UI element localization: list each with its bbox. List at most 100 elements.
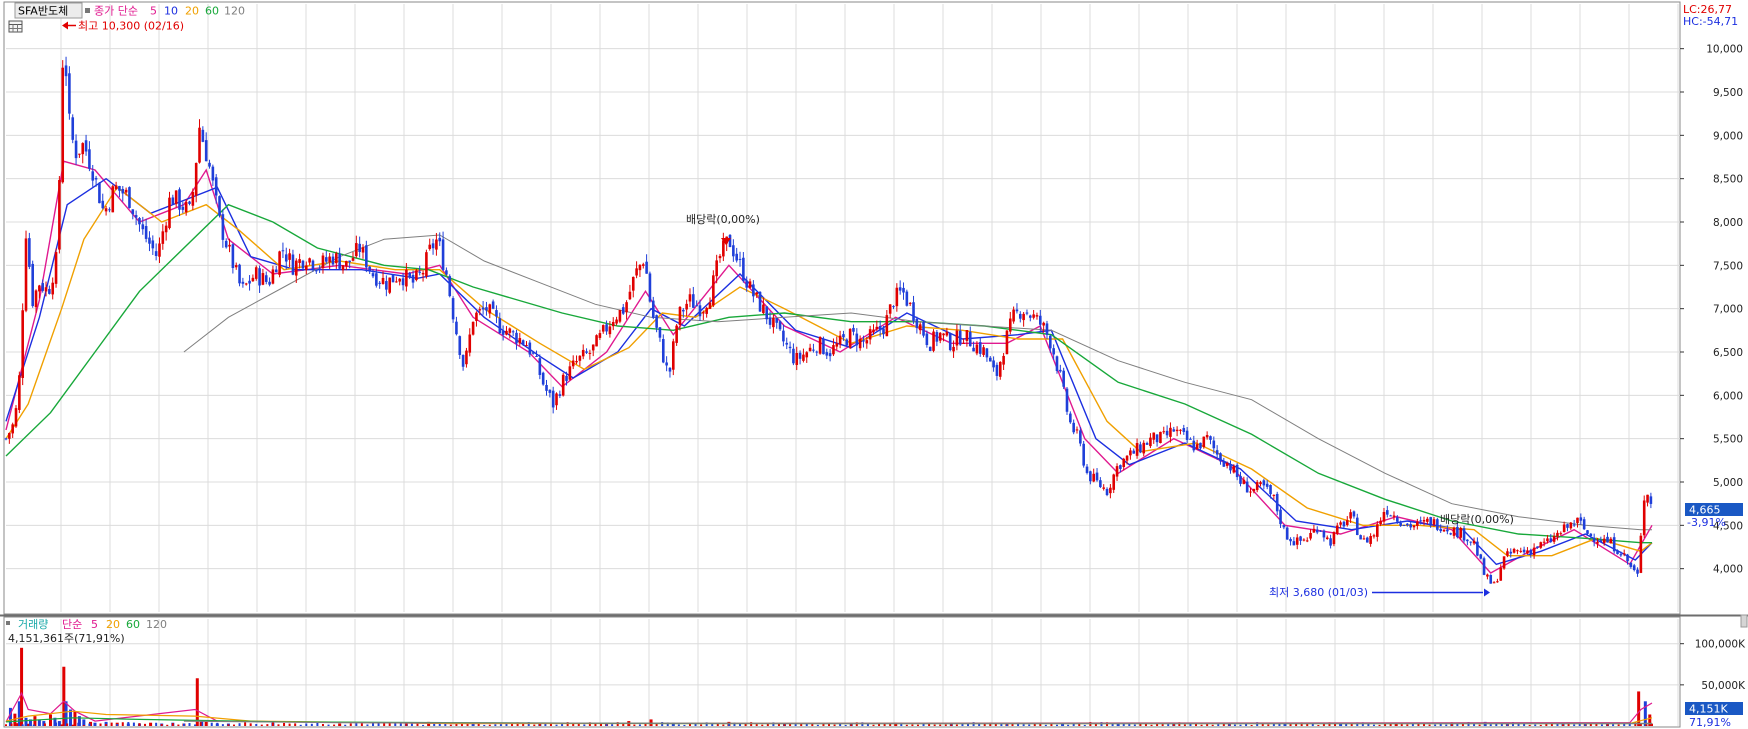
candle xyxy=(948,332,952,352)
candle xyxy=(28,232,31,270)
volume-bar xyxy=(99,723,102,726)
candle xyxy=(14,405,18,428)
volume-bar xyxy=(266,724,269,726)
volume-bar xyxy=(195,678,199,726)
volume-bar xyxy=(5,724,7,726)
volume-bar xyxy=(672,723,675,726)
volume-bar xyxy=(655,723,658,726)
volume-bar xyxy=(911,724,914,726)
volume-bar xyxy=(1489,724,1492,726)
candle xyxy=(1489,574,1493,584)
volume-bar xyxy=(794,724,797,726)
candle xyxy=(541,371,545,386)
candle xyxy=(18,371,21,414)
candle xyxy=(68,66,71,120)
volume-bar xyxy=(277,724,280,726)
candle xyxy=(1359,534,1362,540)
ma-120-label: 120 xyxy=(224,5,245,18)
volume-bar xyxy=(1573,724,1576,726)
volume-bar xyxy=(1211,724,1214,726)
candle xyxy=(71,114,75,144)
volume-bar xyxy=(321,724,324,726)
volume-bar xyxy=(105,724,108,726)
candle xyxy=(425,249,428,279)
volume-bar xyxy=(844,724,847,726)
candle xyxy=(618,309,622,324)
candle xyxy=(128,186,131,209)
volume-bar xyxy=(227,724,230,726)
candle xyxy=(1639,532,1643,574)
volume-bar xyxy=(244,722,247,726)
volume-bar xyxy=(1439,723,1442,726)
volume-bar xyxy=(1417,723,1420,726)
ma-60-label: 60 xyxy=(205,5,219,18)
price-pane[interactable] xyxy=(3,1,1681,615)
volume-bar xyxy=(24,717,28,726)
candle xyxy=(561,372,565,397)
volume-bar xyxy=(77,722,80,726)
price-tick-label: 5,000 xyxy=(1713,477,1743,489)
candle xyxy=(218,195,221,218)
volume-bar xyxy=(205,724,208,726)
candle xyxy=(905,289,909,307)
candle xyxy=(111,184,115,213)
volume-bar xyxy=(149,724,152,726)
volume-tick-label: 50,000K xyxy=(1701,680,1746,692)
price-tick-label: 6,500 xyxy=(1713,347,1743,359)
volume-bar xyxy=(494,724,497,726)
candle xyxy=(1502,556,1506,570)
volume-bar xyxy=(1228,724,1231,726)
volume-bar xyxy=(60,724,63,726)
volume-bar xyxy=(16,723,19,726)
candle xyxy=(922,320,925,338)
volume-bar xyxy=(355,723,358,726)
candle xyxy=(451,296,455,323)
candle xyxy=(928,346,932,352)
price-tick-label: 7,500 xyxy=(1713,260,1743,272)
price-tick-label: 4,000 xyxy=(1713,564,1743,576)
volume-bar xyxy=(677,724,680,726)
candle xyxy=(365,240,368,273)
volume-bar xyxy=(249,723,252,726)
volume-pane[interactable] xyxy=(3,616,1681,728)
volume-bar xyxy=(316,722,319,726)
candle xyxy=(238,263,241,287)
volume-summary: 4,151,361주(71,91%) xyxy=(8,632,125,645)
volume-bar xyxy=(127,722,130,726)
volume-bar xyxy=(1317,724,1320,726)
volume-bar xyxy=(38,724,41,726)
current-change: -3,91% xyxy=(1687,516,1726,529)
scroll-handle[interactable] xyxy=(1740,614,1748,628)
stock-name: SFA반도체 xyxy=(18,5,68,18)
candle xyxy=(448,274,452,298)
volume-bar xyxy=(872,724,875,726)
volume-bar xyxy=(1250,724,1253,726)
volume-bar xyxy=(360,723,363,726)
volume-bar xyxy=(221,724,224,726)
volume-bar xyxy=(194,724,197,726)
volume-bar xyxy=(10,723,13,726)
stock-chart-window[interactable]: 4,000 4,500 5,000 5,500 6,000 6,500 7,000 7,500… xyxy=(0,0,1748,729)
volume-bar xyxy=(1411,723,1414,726)
volume-bar xyxy=(144,723,147,726)
volume-bar xyxy=(477,723,480,726)
high-annotation: 최고 10,300 (02/16) xyxy=(78,20,184,33)
volume-tick-label: 100,000K xyxy=(1695,639,1746,651)
price-tick-label: 5,500 xyxy=(1713,434,1743,446)
candle xyxy=(1332,531,1336,547)
ma-5-label: 5 xyxy=(150,5,157,18)
candle xyxy=(1436,517,1439,532)
volume-bar xyxy=(583,724,586,726)
candle xyxy=(31,260,34,308)
volume-bar xyxy=(533,724,536,726)
volume-bar xyxy=(366,724,369,726)
volume-bar xyxy=(688,723,691,726)
candle xyxy=(1065,386,1069,415)
stock-chart-svg[interactable]: 4,0004,5005,0005,5006,0006,5007,0007,500… xyxy=(0,0,1748,729)
table-icon[interactable] xyxy=(8,20,23,33)
price-tick-label: 9,500 xyxy=(1713,87,1743,99)
volume-bar xyxy=(633,724,636,726)
current-volume-pct: 71,91% xyxy=(1689,716,1731,729)
volume-bar xyxy=(1434,724,1437,726)
volume-bar xyxy=(21,724,24,726)
